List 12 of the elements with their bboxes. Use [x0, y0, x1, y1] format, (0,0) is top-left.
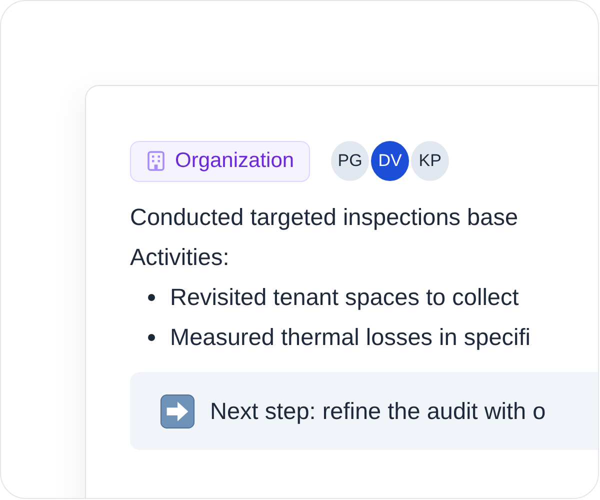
building-icon [147, 151, 165, 171]
organization-tag: Organization [130, 140, 310, 182]
activity-item: Measured thermal losses in specifi [170, 323, 530, 352]
bullet-icon [148, 294, 155, 300]
activity-item: Revisited tenant spaces to collect [170, 283, 519, 312]
summary-text: Conducted targeted inspections base [130, 203, 520, 232]
bullet-icon [148, 334, 155, 340]
avatar[interactable]: DV [369, 139, 412, 183]
activities-label: Activities: [130, 243, 230, 272]
avatar[interactable]: KP [409, 139, 452, 183]
next-step-text: Next step: refine the audit with o [210, 397, 546, 426]
avatar[interactable]: PG [329, 139, 372, 183]
